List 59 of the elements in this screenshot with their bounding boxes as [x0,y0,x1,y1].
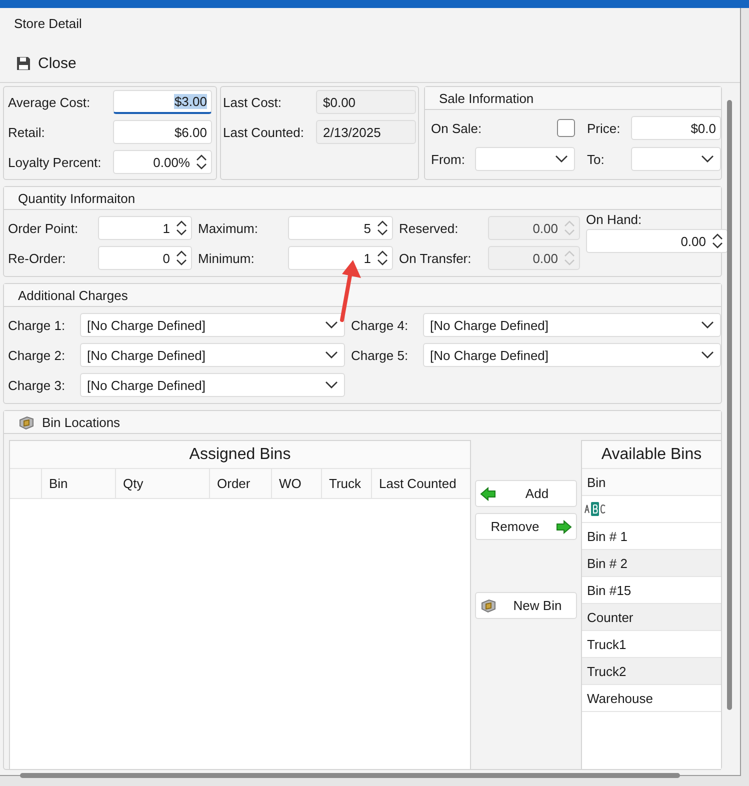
charge-dropdown[interactable]: [No Charge Defined] [80,343,345,367]
charge-dropdown[interactable]: [No Charge Defined] [80,313,345,337]
panel-title: Sale Information [439,90,534,106]
input-field[interactable]: $3.00 [113,90,212,114]
field-label: On Transfer: [399,250,472,266]
field-label: Re-Order: [8,250,67,266]
input-field[interactable]: $6.00 [113,120,212,144]
field-label: Charge 3: [8,378,66,392]
field-label: Last Counted: [223,124,304,140]
close-button[interactable]: Close [14,52,78,74]
charge-dropdown[interactable]: [No Charge Defined] [423,313,721,337]
bin-list-item[interactable]: Bin # 2 [582,550,721,577]
column-header[interactable]: Last Counted [371,469,470,498]
spin-field[interactable]: 0 [98,246,192,270]
panel-title: Additional Charges [18,288,128,302]
grid-title: Available Bins [601,446,702,464]
charge-dropdown[interactable]: [No Charge Defined] [80,373,345,397]
remove-button[interactable]: Remove [475,513,577,540]
field-label: Minimum: [198,250,256,266]
column-header[interactable]: Truck [321,469,371,498]
spin-field[interactable]: 1 [288,246,393,270]
charge-dropdown[interactable]: [No Charge Defined] [423,343,721,367]
field-label: On Hand: [586,212,643,227]
bin-list-item[interactable]: Truck2 [582,658,721,685]
dialog-title: Store Detail [14,16,82,31]
spin-field[interactable]: 1 [98,216,192,240]
field-label: On Sale: [431,120,483,136]
field-label: To: [586,152,606,166]
field-label: Last Cost: [223,94,282,110]
field-label: Charge 1: [8,318,66,332]
grid-title: Assigned Bins [189,446,291,464]
field-label: Price: [586,120,622,136]
input-field[interactable]: $0.0 [631,116,721,140]
spin-field[interactable]: 0.00% [113,150,212,174]
column-header[interactable]: Bin [41,469,115,498]
field-label: Reserved: [399,220,460,236]
readonly-field: 2/13/2025 [316,120,416,144]
field-label: Order Point: [8,220,80,236]
field-label: Charge 2: [8,348,66,362]
column-header[interactable]: Order [209,469,271,498]
new-button[interactable]: New Bin [475,592,577,619]
bin-list-item[interactable]: Counter [582,604,721,631]
panel-title: Quantity Informaiton [18,190,136,206]
panel-title: Bin Locations [42,414,120,430]
column-header[interactable]: WO [271,469,321,498]
field-label: Retail: [8,124,45,140]
column-header[interactable]: Qty [115,469,209,498]
spin-field[interactable]: 5 [288,216,393,240]
field-label: Maximum: [198,220,259,236]
field-label: Average Cost: [8,94,90,110]
readonly-field: $0.00 [316,90,416,114]
field-label: Loyalty Percent: [8,154,102,170]
field-label: Charge 5: [351,348,410,362]
column-header[interactable]: Bin [587,474,606,490]
spin-field[interactable]: 0.00 [586,229,728,253]
field-label: From: [431,152,465,166]
field-label: Charge 4: [351,318,410,332]
add-button[interactable]: Add [475,480,577,507]
bin-list-item[interactable]: Warehouse [582,685,721,712]
